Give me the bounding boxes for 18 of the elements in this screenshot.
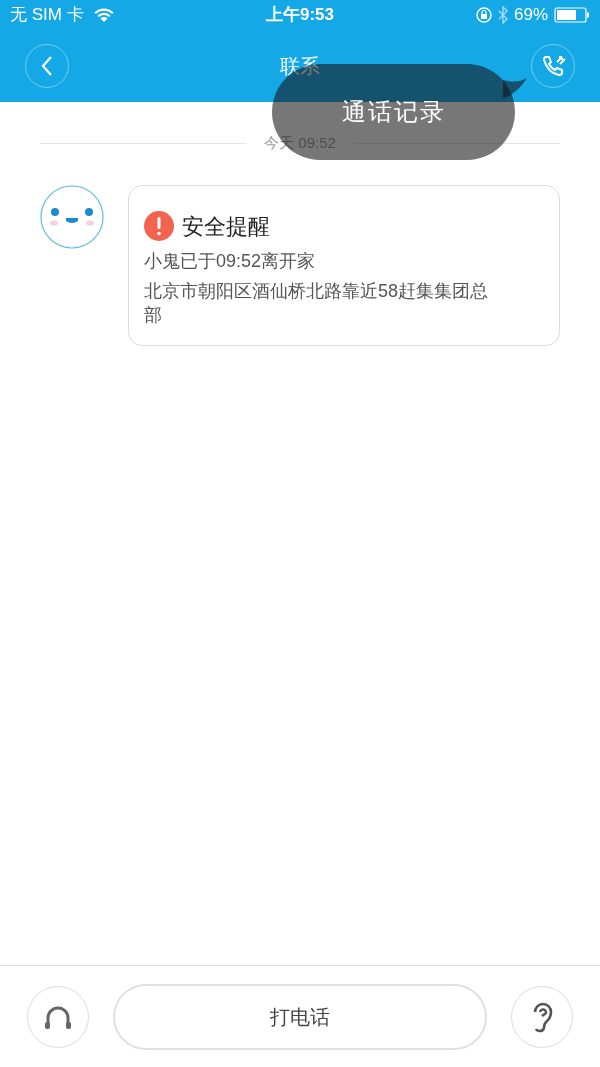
message-text: 北京市朝阳区酒仙桥北路靠近58赶集集团总部: [144, 279, 489, 327]
call-button[interactable]: 打电话: [113, 983, 487, 1050]
avatar-icon: [40, 184, 104, 249]
tooltip-tail: [503, 78, 527, 98]
ear-icon: [531, 1000, 553, 1033]
carrier-label: 无 SIM 卡: [10, 4, 84, 27]
alert-icon: [144, 211, 174, 241]
battery-percent: 69%: [513, 4, 548, 27]
message-text: 小鬼已于09:52离开家: [144, 249, 317, 273]
wifi-icon: [93, 7, 114, 23]
alert-title: 安全提醒: [182, 212, 270, 241]
clock-time: 上午9:53: [266, 4, 334, 27]
back-icon: [40, 55, 54, 77]
page-title: 联系: [280, 54, 320, 79]
rotation-lock-icon: [475, 7, 492, 23]
bluetooth-icon: [497, 6, 508, 24]
battery-icon: [554, 7, 590, 23]
phone-icon: [540, 53, 566, 79]
